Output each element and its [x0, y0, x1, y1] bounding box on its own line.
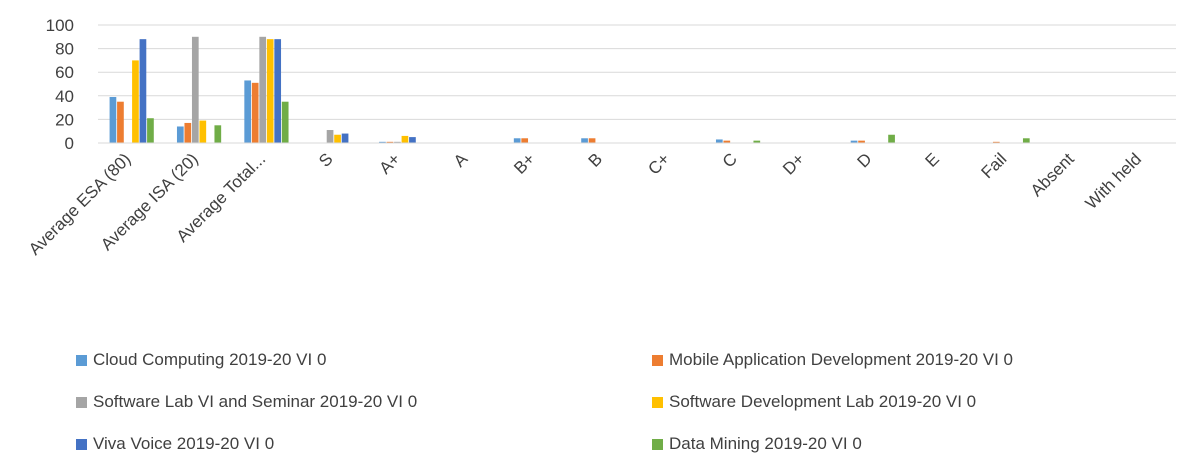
- bar-series-1: [176, 126, 184, 143]
- legend-item: Data Mining 2019-20 VI 0: [652, 433, 862, 455]
- y-tick-label: 40: [55, 87, 74, 106]
- bar-series-5: [341, 133, 349, 143]
- legend-swatch: [76, 354, 87, 366]
- bar-series-2: [251, 82, 259, 143]
- bar-series-5: [139, 39, 147, 143]
- bar-series-1: [244, 80, 252, 143]
- legend-label: Cloud Computing 2019-20 VI 0: [93, 350, 327, 369]
- x-category-label: C+: [644, 149, 673, 178]
- legend-item: Software Lab VI and Seminar 2019-20 VI 0: [76, 391, 417, 413]
- bar-series-6: [1022, 138, 1030, 143]
- y-tick-label: 20: [55, 110, 74, 129]
- y-tick-label: 0: [65, 134, 74, 153]
- legend: Cloud Computing 2019-20 VI 0 Mobile Appli…: [0, 340, 1196, 454]
- legend-swatch: [76, 438, 87, 450]
- legend-item: Cloud Computing 2019-20 VI 0: [76, 349, 326, 371]
- x-category-label: S: [315, 149, 336, 170]
- x-category-label: D+: [779, 149, 808, 178]
- y-axis-ticks: 0 20 40 60 80 100: [46, 16, 74, 153]
- x-category-label: E: [922, 149, 943, 170]
- bar-series-6: [147, 118, 154, 143]
- bar-series-1: [715, 139, 723, 143]
- legend-label: Software Development Lab 2019-20 VI 0: [669, 392, 977, 411]
- bar-series-5: [409, 137, 416, 143]
- legend-swatch: [76, 396, 87, 408]
- bars: [109, 36, 1030, 143]
- bar-series-5: [274, 39, 282, 143]
- y-tick-label: 60: [55, 63, 74, 82]
- legend-item: Software Development Lab 2019-20 VI 0: [652, 391, 976, 413]
- legend-item: Viva Voice 2019-20 VI 0: [76, 433, 274, 455]
- x-category-label: A: [450, 149, 472, 171]
- bar-series-4: [401, 135, 409, 143]
- bar-series-6: [281, 101, 289, 143]
- bar-series-6: [888, 134, 895, 143]
- bar-series-4: [266, 39, 274, 143]
- x-category-label: B+: [510, 149, 539, 178]
- bar-series-1: [109, 96, 117, 143]
- legend-label: Viva Voice 2019-20 VI 0: [93, 434, 275, 453]
- x-category-label: A+: [376, 149, 405, 178]
- legend-label: Mobile Application Development 2019-20 V…: [669, 350, 1013, 369]
- y-tick-label: 100: [46, 16, 74, 35]
- legend-swatch: [652, 354, 663, 366]
- x-category-label: With held: [1082, 149, 1146, 213]
- bar-series-2: [588, 138, 596, 143]
- bar-series-3: [259, 36, 267, 143]
- x-category-label: D: [854, 149, 876, 171]
- x-category-label: B: [585, 149, 606, 170]
- legend-label: Software Lab VI and Seminar 2019-20 VI 0: [93, 392, 418, 411]
- bar-series-2: [184, 122, 192, 143]
- x-category-label: Fail: [978, 149, 1011, 182]
- chart: 0 20 40 60 80 100 Average ESA (80) Average ISA…: [0, 0, 1196, 454]
- bar-series-4: [334, 134, 341, 143]
- legend-item: Mobile Application Development 2019-20 V…: [652, 349, 1013, 371]
- y-tick-label: 80: [55, 40, 74, 59]
- bar-series-4: [199, 120, 207, 143]
- bar-series-1: [581, 138, 588, 143]
- x-category-label: C: [719, 149, 741, 171]
- x-axis-labels: Average ESA (80)Average ISA (20)Average …: [25, 149, 1145, 259]
- bar-series-2: [117, 101, 124, 143]
- bar-series-3: [191, 36, 199, 143]
- legend-swatch: [652, 438, 663, 450]
- bar-series-1: [513, 138, 521, 143]
- bar-series-4: [132, 60, 139, 143]
- x-category-label: Absent: [1027, 149, 1078, 200]
- legend-label: Data Mining 2019-20 VI 0: [669, 434, 862, 453]
- chart-plot: 020406080100 Average ESA (80)Average ISA…: [25, 16, 1176, 259]
- legend-swatch: [652, 396, 663, 408]
- bar-series-6: [214, 125, 222, 143]
- bar-series-2: [521, 138, 529, 143]
- bar-series-3: [326, 130, 334, 143]
